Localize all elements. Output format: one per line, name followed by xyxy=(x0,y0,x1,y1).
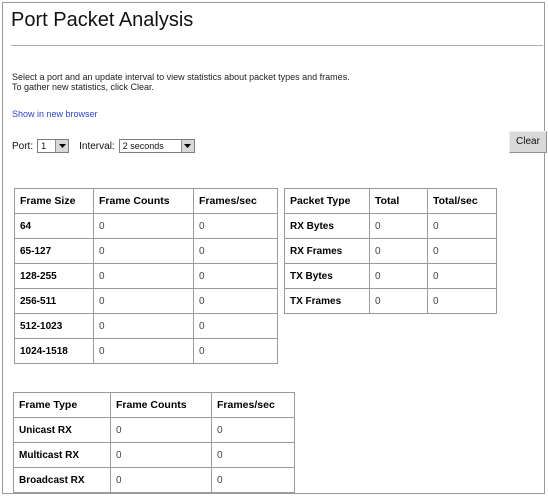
port-label: Port: xyxy=(12,140,34,152)
table-row: 65-127 0 0 xyxy=(14,238,278,264)
total-value: 0 xyxy=(369,263,428,289)
frames-per-sec-value: 0 xyxy=(193,313,278,339)
frame-count-value: 0 xyxy=(93,288,194,314)
table-row: 128-255 0 0 xyxy=(14,263,278,289)
frames-per-sec-value: 0 xyxy=(211,417,295,443)
row-label: 65-127 xyxy=(14,238,94,264)
frame-type-table: Frame Type Frame Counts Frames/sec Unica… xyxy=(13,392,295,493)
row-label: RX Bytes xyxy=(284,213,370,239)
table-row: RX Bytes 0 0 xyxy=(284,213,497,239)
column-header: Total xyxy=(369,188,428,214)
description: Select a port and an update interval to … xyxy=(12,72,350,92)
frames-per-sec-value: 0 xyxy=(193,213,278,239)
frames-per-sec-value: 0 xyxy=(193,338,278,364)
frames-per-sec-value: 0 xyxy=(193,288,278,314)
table-row: 512-1023 0 0 xyxy=(14,313,278,339)
row-label: TX Bytes xyxy=(284,263,370,289)
interval-select[interactable]: 2 seconds xyxy=(118,139,195,153)
table-row: Broadcast RX 0 0 xyxy=(13,467,295,493)
table-row: RX Frames 0 0 xyxy=(284,238,497,264)
row-label: 1024-1518 xyxy=(14,338,94,364)
port-select[interactable]: 1 xyxy=(37,139,70,153)
frames-per-sec-value: 0 xyxy=(193,263,278,289)
table-row: TX Bytes 0 0 xyxy=(284,263,497,289)
frame-count-value: 0 xyxy=(110,417,212,443)
total-per-sec-value: 0 xyxy=(427,238,497,264)
frame-count-value: 0 xyxy=(110,442,212,468)
column-header: Packet Type xyxy=(284,188,370,214)
page-title: Port Packet Analysis xyxy=(11,9,194,31)
row-label: Unicast RX xyxy=(13,417,111,443)
frame-count-value: 0 xyxy=(93,238,194,264)
table-row: 1024-1518 0 0 xyxy=(14,338,278,364)
frame-count-value: 0 xyxy=(93,213,194,239)
column-header: Frame Counts xyxy=(110,392,212,418)
table-row: Unicast RX 0 0 xyxy=(13,417,295,443)
frame-count-value: 0 xyxy=(93,313,194,339)
total-value: 0 xyxy=(369,238,428,264)
row-label: 64 xyxy=(14,213,94,239)
controls-row: Port: 1 Interval: 2 seconds xyxy=(12,139,195,153)
interval-select-value: 2 seconds xyxy=(122,141,164,151)
frames-per-sec-value: 0 xyxy=(211,442,295,468)
total-per-sec-value: 0 xyxy=(427,288,497,314)
description-line-1: Select a port and an update interval to … xyxy=(12,72,350,82)
description-line-2: To gather new statistics, click Clear. xyxy=(12,82,155,92)
row-label: 512-1023 xyxy=(14,313,94,339)
row-label: 256-511 xyxy=(14,288,94,314)
interval-label: Interval: xyxy=(79,140,115,152)
total-value: 0 xyxy=(369,213,428,239)
frames-per-sec-value: 0 xyxy=(193,238,278,264)
row-label: RX Frames xyxy=(284,238,370,264)
port-select-value: 1 xyxy=(41,141,47,151)
table-row: Multicast RX 0 0 xyxy=(13,442,295,468)
table-row: 64 0 0 xyxy=(14,213,278,239)
table-row: TX Frames 0 0 xyxy=(284,288,497,314)
column-header: Total/sec xyxy=(427,188,497,214)
table-header-row: Frame Size Frame Counts Frames/sec xyxy=(14,188,278,214)
total-per-sec-value: 0 xyxy=(427,213,497,239)
total-per-sec-value: 0 xyxy=(427,263,497,289)
chevron-down-icon[interactable] xyxy=(180,140,194,152)
row-label: Broadcast RX xyxy=(13,467,111,493)
row-label: 128-255 xyxy=(14,263,94,289)
frame-count-value: 0 xyxy=(93,338,194,364)
title-divider xyxy=(11,45,543,46)
frame-count-value: 0 xyxy=(110,467,212,493)
column-header: Frames/sec xyxy=(193,188,278,214)
table-header-row: Frame Type Frame Counts Frames/sec xyxy=(13,392,295,418)
frame-size-table: Frame Size Frame Counts Frames/sec 64 0 … xyxy=(14,188,278,364)
frame-count-value: 0 xyxy=(93,263,194,289)
clear-button[interactable]: Clear xyxy=(509,131,547,153)
total-value: 0 xyxy=(369,288,428,314)
column-header: Frame Counts xyxy=(93,188,194,214)
frames-per-sec-value: 0 xyxy=(211,467,295,493)
chevron-down-icon[interactable] xyxy=(55,140,69,152)
packet-type-table: Packet Type Total Total/sec RX Bytes 0 0… xyxy=(284,188,497,314)
table-header-row: Packet Type Total Total/sec xyxy=(284,188,497,214)
row-label: TX Frames xyxy=(284,288,370,314)
column-header: Frame Type xyxy=(13,392,111,418)
table-row: 256-511 0 0 xyxy=(14,288,278,314)
column-header: Frame Size xyxy=(14,188,94,214)
column-header: Frames/sec xyxy=(211,392,295,418)
show-in-new-browser-link[interactable]: Show in new browser xyxy=(12,109,98,119)
row-label: Multicast RX xyxy=(13,442,111,468)
